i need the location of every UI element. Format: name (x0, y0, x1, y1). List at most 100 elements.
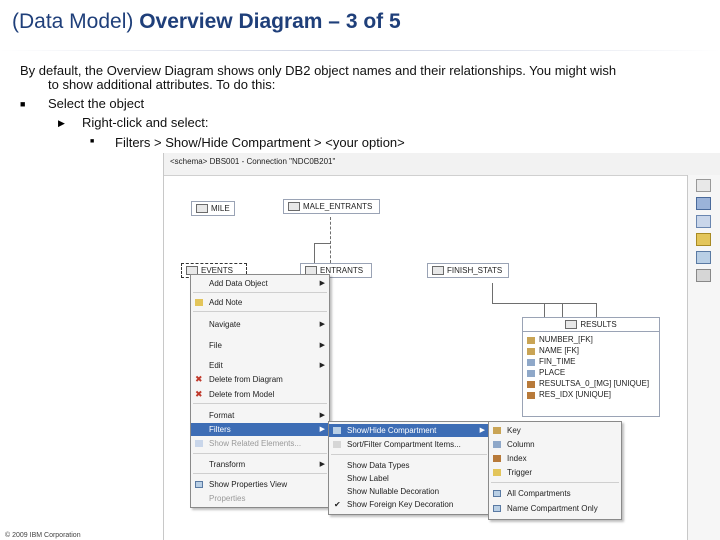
menu-item-show-related-elements[interactable]: Show Related Elements... (191, 437, 329, 450)
menu-item-trigger[interactable]: Trigger (489, 466, 621, 479)
submenu-arrow-icon: ▶ (319, 362, 325, 369)
entity-finish-stats[interactable]: FINISH_STATS (427, 263, 509, 279)
menu-item-sort-filter-compartment[interactable]: Sort/Filter Compartment Items... (329, 438, 489, 451)
menu-item-delete-from-model[interactable]: ✖ Delete from Model (191, 388, 329, 401)
menu-item-show-data-types[interactable]: Show Data Types (329, 459, 489, 472)
connector-tool-icon[interactable] (696, 269, 711, 282)
menu-item-label: Filters (209, 425, 231, 434)
menu-item-properties[interactable]: Properties (191, 492, 329, 505)
triangle-bullet-icon: ▶ (58, 118, 65, 128)
submenu-arrow-icon: ▶ (319, 321, 325, 328)
title-divider (0, 50, 720, 51)
menu-item-label: Add Note (209, 298, 243, 307)
trigger-icon (493, 469, 501, 476)
table-icon (288, 202, 300, 212)
column-row: FIN_TIME (539, 357, 576, 366)
column-row: PLACE (539, 368, 566, 377)
menu-item-label: Add Data Object (209, 279, 268, 288)
column-row: NUMBER_[FK] (539, 335, 593, 344)
menu-item-label: Key (507, 426, 521, 435)
menu-item-label: Sort/Filter Compartment Items... (347, 440, 461, 449)
submenu-arrow-icon: ▶ (319, 342, 325, 349)
menu-separator (331, 454, 487, 455)
menu-item-label: Column (507, 440, 535, 449)
menu-item-show-properties-view[interactable]: Show Properties View (191, 478, 329, 491)
index-icon (493, 455, 501, 462)
menu-item-edit[interactable]: Edit ▶ (191, 359, 329, 372)
menu-separator (193, 473, 327, 474)
menu-item-index[interactable]: Index (489, 452, 621, 465)
menu-item-add-data-object[interactable]: Add Data Object ▶ (191, 277, 329, 290)
menu-item-name-compartment-only[interactable]: Name Compartment Only (489, 502, 621, 515)
menu-item-all-compartments[interactable]: All Compartments (489, 487, 621, 500)
title-bold: Overview Diagram – 3 of 5 (139, 10, 401, 33)
submenu-arrow-icon: ▶ (479, 427, 485, 434)
square-bullet-icon: ■ (90, 138, 95, 145)
menu-separator (193, 453, 327, 454)
menu-item-label: Show/Hide Compartment (347, 426, 437, 435)
relationship-line (562, 303, 563, 317)
zoom-tool-icon[interactable] (696, 197, 711, 210)
menu-item-delete-from-diagram[interactable]: ✖ Delete from Diagram (191, 373, 329, 386)
intro-line-2: to show additional attributes. To do thi… (48, 77, 276, 92)
sort-filter-icon (333, 441, 341, 448)
editor-tab-bar: <schema> DBS001 - Connection "NDC0B201" (164, 153, 720, 176)
properties-icon (195, 481, 203, 488)
column-row: RES_IDX [UNIQUE] (539, 390, 612, 399)
menu-item-show-hide-compartment[interactable]: Show/Hide Compartment ▶ (329, 424, 489, 437)
menu-item-filters[interactable]: Filters ▶ (191, 423, 329, 436)
entity-results[interactable]: RESULTS NUMBER_[FK] NAME [FK] FIN_TIME P… (522, 317, 660, 417)
column-row: RESULTSA_0_[MG] [UNIQUE] (539, 379, 650, 388)
menu-item-show-foreign-key-decoration[interactable]: ✔ Show Foreign Key Decoration (329, 498, 489, 511)
menu-item-file[interactable]: File ▶ (191, 339, 329, 352)
entity-male-entrants[interactable]: MALE_ENTRANTS (283, 199, 380, 215)
filters-submenu: Show/Hide Compartment ▶ Sort/Filter Compa… (328, 421, 490, 515)
menu-item-navigate[interactable]: Navigate ▶ (191, 318, 329, 331)
relationship-line (492, 283, 493, 303)
menu-separator (491, 482, 619, 483)
menu-item-transform[interactable]: Transform ▶ (191, 458, 329, 471)
menu-item-format[interactable]: Format ▶ (191, 409, 329, 422)
menu-separator (193, 403, 327, 404)
checkmark-icon: ✔ (334, 500, 341, 509)
table-icon (565, 320, 578, 330)
entity-mile[interactable]: MILE (191, 201, 235, 217)
menu-item-show-nullable-decoration[interactable]: Show Nullable Decoration (329, 485, 489, 498)
column-icon (527, 359, 535, 366)
menu-item-show-label[interactable]: Show Label (329, 472, 489, 485)
name-compartment-icon (493, 505, 501, 512)
menu-item-label: Show Properties View (209, 480, 288, 489)
delete-icon: ✖ (195, 374, 203, 384)
menu-item-label: Index (507, 454, 527, 463)
menu-item-label: Show Nullable Decoration (347, 487, 440, 496)
note-tool-icon[interactable] (696, 233, 711, 246)
submenu-arrow-icon: ▶ (319, 280, 325, 287)
relationship-line (330, 217, 331, 263)
menu-item-label: Trigger (507, 468, 533, 477)
compartment-icon (333, 427, 341, 434)
menu-item-label: Transform (209, 460, 246, 469)
foreign-key-icon (527, 337, 535, 344)
bullet-right-click: Right-click and select: (82, 115, 209, 130)
copyright-footer: © 2009 IBM Corporation (5, 532, 81, 539)
menu-item-label: Format (209, 411, 235, 420)
menu-item-label: All Compartments (507, 489, 571, 498)
title-prefix: (Data Model) (12, 10, 140, 33)
bullet-filters-path: Filters > Show/Hide Compartment > <your … (115, 135, 405, 150)
menu-item-add-note[interactable]: Add Note (191, 296, 329, 309)
menu-item-column[interactable]: Column (489, 438, 621, 451)
relationship-line (314, 243, 315, 263)
menu-item-key[interactable]: Key (489, 424, 621, 437)
table-tool-icon[interactable] (696, 251, 711, 264)
zoom-out-icon[interactable] (696, 215, 711, 228)
submenu-arrow-icon: ▶ (319, 412, 325, 419)
entity-label: RESULTS (580, 320, 617, 329)
select-tool-icon[interactable] (696, 179, 711, 192)
menu-item-label: Navigate (209, 320, 241, 329)
compartment-submenu: Key Column Index Trigger All Compartment… (488, 421, 622, 520)
index-icon (527, 392, 535, 399)
note-icon (195, 299, 203, 306)
related-elements-icon (195, 440, 203, 447)
diagram-screenshot: <schema> DBS001 - Connection "NDC0B201" … (163, 153, 720, 540)
editor-tab[interactable]: <schema> DBS001 - Connection "NDC0B201" (170, 157, 335, 166)
